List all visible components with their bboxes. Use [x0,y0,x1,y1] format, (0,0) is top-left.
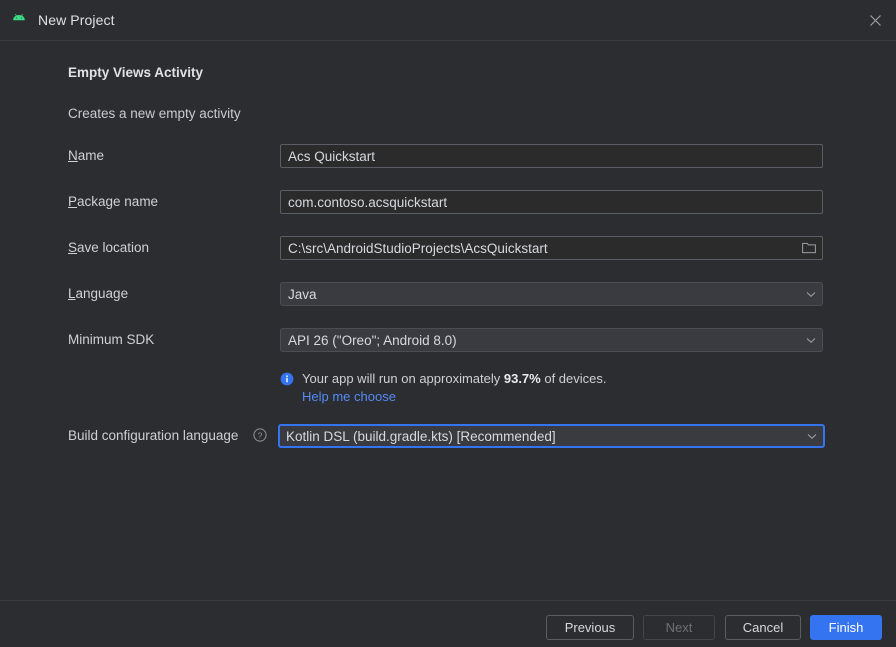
language-label-mnemonic: L [68,286,76,301]
chevron-down-icon [800,283,822,305]
device-coverage-text-before: Your app will run on approximately [302,371,504,386]
save-location-label-mnemonic: S [68,240,77,255]
help-circle-icon[interactable]: ? [253,428,267,442]
dialog-content: Empty Views Activity Creates a new empty… [0,42,896,600]
name-label-rest: ame [78,148,104,163]
new-project-dialog: New Project Empty Views Activity Creates… [0,0,896,647]
folder-icon[interactable] [796,237,822,259]
device-coverage-percent: 93.7% [504,371,541,386]
save-location-input-value: C:\src\AndroidStudioProjects\AcsQuicksta… [288,241,796,256]
save-location-label-rest: ave location [77,240,149,255]
language-dropdown[interactable]: Java [280,282,823,306]
android-robot-icon [10,10,30,30]
template-description: Creates a new empty activity [68,106,241,121]
help-me-choose-link[interactable]: Help me choose [302,389,396,404]
package-name-label-mnemonic: P [68,194,77,209]
finish-button[interactable]: Finish [810,615,882,640]
dialog-footer: Previous Next Cancel Finish [0,600,896,647]
build-config-language-label: Build configuration language [68,428,238,443]
name-input[interactable]: Acs Quickstart [280,144,823,168]
previous-button[interactable]: Previous [546,615,634,640]
build-config-language-dropdown-value: Kotlin DSL (build.gradle.kts) [Recommend… [286,429,556,444]
dialog-title: New Project [38,12,115,28]
language-dropdown-value: Java [288,287,317,302]
language-label-rest: anguage [76,286,129,301]
build-config-language-dropdown[interactable]: Kotlin DSL (build.gradle.kts) [Recommend… [278,424,825,448]
minimum-sdk-dropdown[interactable]: API 26 ("Oreo"; Android 8.0) [280,328,823,352]
chevron-down-icon [801,425,823,447]
language-label: Language [68,286,128,301]
minimum-sdk-dropdown-value: API 26 ("Oreo"; Android 8.0) [288,333,457,348]
name-input-value: Acs Quickstart [288,149,822,164]
device-coverage-info: Your app will run on approximately 93.7%… [280,370,607,388]
minimum-sdk-label: Minimum SDK [68,332,154,347]
device-coverage-text: Your app will run on approximately 93.7%… [302,370,607,388]
package-name-label-rest: ackage name [77,194,158,209]
dialog-titlebar: New Project [0,0,896,41]
name-label-mnemonic: N [68,148,78,163]
package-name-label: Package name [68,194,158,209]
chevron-down-icon [800,329,822,351]
device-coverage-text-after: of devices. [541,371,607,386]
next-button: Next [643,615,715,640]
name-label: Name [68,148,104,163]
minimum-sdk-label-rest: Minimum SDK [68,332,154,347]
package-name-input-value: com.contoso.acsquickstart [288,195,822,210]
build-config-language-label-rest: Build configuration language [68,428,238,443]
svg-text:?: ? [258,430,263,440]
template-heading: Empty Views Activity [68,65,203,80]
close-icon[interactable] [854,0,896,41]
cancel-button[interactable]: Cancel [725,615,801,640]
save-location-input[interactable]: C:\src\AndroidStudioProjects\AcsQuicksta… [280,236,823,260]
save-location-label: Save location [68,240,149,255]
info-icon [280,372,294,386]
package-name-input[interactable]: com.contoso.acsquickstart [280,190,823,214]
